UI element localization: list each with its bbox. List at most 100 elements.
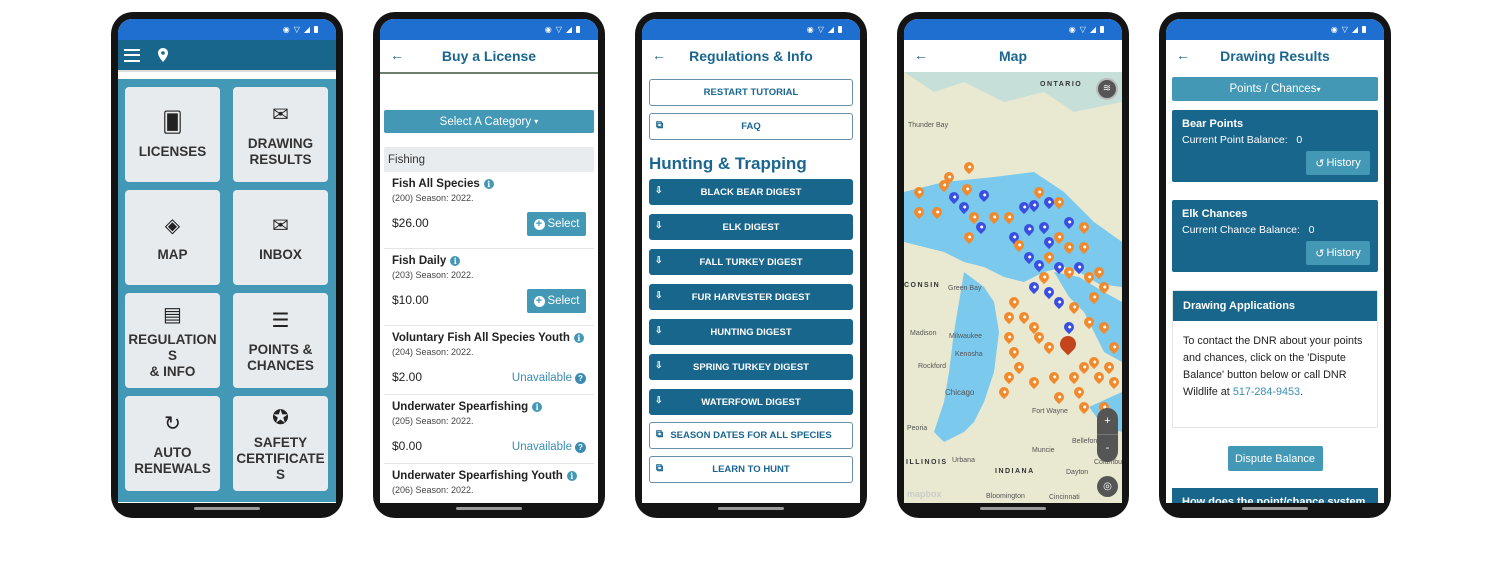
points-chances-dropdown[interactable]: Points / Chances ▾ xyxy=(1172,77,1378,101)
location-pin-icon[interactable] xyxy=(158,48,168,62)
black-bear-digest-button[interactable]: ⇩ BLACK BEAR DIGEST xyxy=(649,179,853,205)
home-indicator[interactable] xyxy=(718,507,784,510)
battery-icon xyxy=(1100,26,1104,33)
point-balance: 0 xyxy=(1296,134,1303,146)
home-indicator[interactable] xyxy=(456,507,522,510)
map-label: ONTARIO xyxy=(1040,81,1083,88)
how-it-works-panel[interactable]: How does the point/chance system xyxy=(1172,488,1378,503)
history-icon: ↺ xyxy=(1315,247,1325,260)
external-link-icon: ⧉ xyxy=(656,429,664,440)
wifi-icon: ▽ xyxy=(817,24,824,34)
documents-icon: ▤ xyxy=(163,303,182,326)
fur-harvester-digest-button[interactable]: ⇩ FUR HARVESTER DIGEST xyxy=(649,284,853,310)
select-category-dropdown[interactable]: Select A Category ▾ xyxy=(384,110,594,133)
zoom-out-button[interactable]: - xyxy=(1097,435,1118,462)
map-label: Muncie xyxy=(1032,447,1055,454)
signal-icon: ◢ xyxy=(1089,24,1096,34)
wifi-icon: ▽ xyxy=(293,24,300,34)
eye-icon: ◉ xyxy=(806,24,814,34)
map-label: Dayton xyxy=(1066,469,1089,476)
history-button[interactable]: ↺ History xyxy=(1306,241,1370,265)
license-item: Voluntary Fish All Species Youth i (204) … xyxy=(384,326,594,395)
license-item: Underwater Spearfishing i (205) Season: 2… xyxy=(384,395,594,464)
map-view[interactable]: ONTARIO Thunder Bay CONSIN Green Bay Mad… xyxy=(904,72,1122,503)
tile-auto-renewals[interactable]: ↻ AUTO RENEWALS xyxy=(125,396,220,491)
tile-drawing-results[interactable]: ✉ DRAWING RESULTS xyxy=(233,87,328,182)
header-spacer xyxy=(118,70,336,79)
history-button[interactable]: ↺ History xyxy=(1306,151,1370,175)
unavailable-status[interactable]: Unavailable? xyxy=(512,441,586,453)
drawing-applications-panel: Drawing Applications To contact the DNR … xyxy=(1172,290,1378,428)
info-icon[interactable]: i xyxy=(450,256,461,266)
phone-map: ◉ ▽ ◢ ← Map ONTARIO Thunder Bay CONSIN Gre… xyxy=(897,12,1129,518)
status-bar: ◉ ▽ ◢ xyxy=(118,19,336,40)
info-icon[interactable]: i xyxy=(483,179,494,189)
tile-points-chances[interactable]: ☰ POINTS & CHANCES xyxy=(233,293,328,388)
zoom-control: + - xyxy=(1097,408,1118,462)
info-icon[interactable]: i xyxy=(566,471,577,481)
signal-icon: ◢ xyxy=(303,24,310,34)
crosshair-icon: ◎ xyxy=(1103,481,1112,492)
select-button[interactable]: + Select xyxy=(527,289,586,313)
history-icon: ↺ xyxy=(1315,157,1325,170)
select-button[interactable]: + Select xyxy=(527,212,586,236)
mapbox-logo[interactable]: mapbox xyxy=(907,489,942,499)
eye-icon: ◉ xyxy=(1330,24,1338,34)
download-icon: ⇩ xyxy=(655,395,663,405)
unavailable-status[interactable]: Unavailable? xyxy=(512,372,586,384)
tile-licenses[interactable]: 🂠 LICENSES xyxy=(125,87,220,182)
tile-inbox[interactable]: ✉ INBOX xyxy=(233,190,328,285)
tile-regulations[interactable]: ▤ REGULATION S & INFO xyxy=(125,293,220,388)
map-label: INDIANA xyxy=(995,468,1035,475)
list-icon: ☰ xyxy=(271,309,290,332)
award-icon: ✪ xyxy=(272,406,289,429)
tile-map[interactable]: ◈ MAP xyxy=(125,190,220,285)
caret-down-icon: ▾ xyxy=(1316,84,1321,94)
back-arrow-icon[interactable]: ← xyxy=(652,47,666,63)
map-label: Kenosha xyxy=(955,351,983,358)
menu-icon[interactable] xyxy=(124,48,140,62)
signal-icon: ◢ xyxy=(827,24,834,34)
hunting-digest-button[interactable]: ⇩ HUNTING DIGEST xyxy=(649,319,853,345)
home-indicator[interactable] xyxy=(194,507,260,510)
home-indicator[interactable] xyxy=(1242,507,1308,510)
info-icon[interactable]: i xyxy=(573,333,584,343)
zoom-in-button[interactable]: + xyxy=(1097,408,1118,435)
help-icon: ? xyxy=(575,372,586,384)
home-indicator[interactable] xyxy=(980,507,1046,510)
season-dates-button[interactable]: ⧉ SEASON DATES FOR ALL SPECIES xyxy=(649,422,853,449)
phone-drawing-results: ◉ ▽ ◢ ← Drawing Results Points / Chances ▾ … xyxy=(1159,12,1391,518)
map-screen: ◉ ▽ ◢ ← Map ONTARIO Thunder Bay CONSIN Gre… xyxy=(904,19,1122,503)
back-arrow-icon[interactable]: ← xyxy=(914,47,928,63)
tile-safety-certificates[interactable]: ✪ SAFETY CERTIFICATE S xyxy=(233,396,328,491)
phone-link[interactable]: 517-284-9453 xyxy=(1233,386,1300,398)
home-screen: ◉ ▽ ◢ 🂠 LICENSES ✉ DRAWING RESULTS ◈ MAP ✉ I… xyxy=(118,19,336,503)
locate-button[interactable]: ◎ xyxy=(1097,476,1118,497)
layers-button[interactable]: ≋ xyxy=(1096,78,1118,100)
map-label: Urbana xyxy=(952,457,975,464)
elk-digest-button[interactable]: ⇩ ELK DIGEST xyxy=(649,214,853,240)
status-bar: ◉ ▽ ◢ xyxy=(904,19,1122,40)
wifi-icon: ▽ xyxy=(555,24,562,34)
back-arrow-icon[interactable]: ← xyxy=(1176,47,1190,63)
fall-turkey-digest-button[interactable]: ⇩ FALL TURKEY DIGEST xyxy=(649,249,853,275)
signal-icon: ◢ xyxy=(1351,24,1358,34)
waterfowl-digest-button[interactable]: ⇩ WATERFOWL DIGEST xyxy=(649,389,853,415)
battery-icon xyxy=(576,26,580,33)
title-bar: ← Map xyxy=(904,40,1122,72)
page-title: Buy a License xyxy=(441,48,537,64)
map-label: Bloomington xyxy=(986,493,1025,500)
bear-points-card: Bear Points Current Point Balance: 0 ↺ Hi… xyxy=(1172,110,1378,182)
dispute-balance-button[interactable]: Dispute Balance xyxy=(1227,446,1323,471)
learn-to-hunt-button[interactable]: ⧉ LEARN TO HUNT xyxy=(649,456,853,483)
info-icon[interactable]: i xyxy=(532,402,543,412)
back-arrow-icon[interactable]: ← xyxy=(390,47,404,63)
faq-button[interactable]: ⧉ FAQ xyxy=(649,113,853,140)
download-icon: ⇩ xyxy=(655,290,663,300)
restart-tutorial-button[interactable]: RESTART TUTORIAL xyxy=(649,79,853,106)
map-label: Cincinnati xyxy=(1049,494,1080,501)
credit-card-hand-icon: 🂠 xyxy=(162,111,183,134)
download-icon: ⇩ xyxy=(655,255,663,265)
spring-turkey-digest-button[interactable]: ⇩ SPRING TURKEY DIGEST xyxy=(649,354,853,380)
status-bar: ◉ ▽ ◢ xyxy=(1166,19,1384,40)
